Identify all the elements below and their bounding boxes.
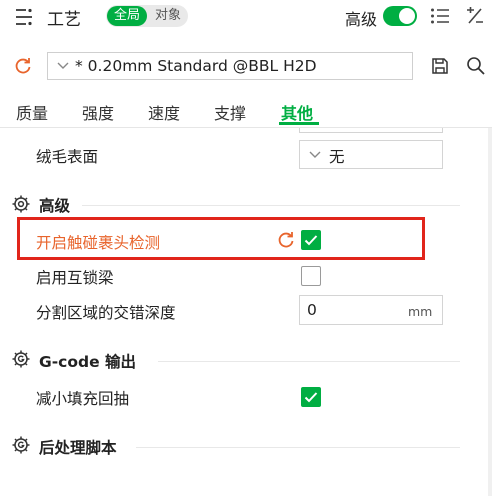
section-divider (136, 447, 460, 448)
reset-preset-icon[interactable] (14, 57, 32, 75)
advanced-toggle[interactable] (383, 6, 417, 26)
fuzzy-skin-label: 绒毛表面 (36, 148, 99, 166)
preset-select[interactable]: * 0.20mm Standard @BBL H2D (47, 52, 413, 80)
scope-global-option[interactable]: 全局 (107, 6, 147, 26)
list-icon[interactable] (430, 7, 450, 25)
fuzzy-skin-select[interactable]: 无 (299, 140, 443, 169)
check-icon (304, 392, 318, 403)
tab-speed[interactable]: 速度 (148, 100, 180, 124)
save-icon[interactable] (431, 57, 449, 75)
advanced-label: 高级 (345, 10, 378, 29)
interlocking-depth-label: 分割区域的交错深度 (36, 304, 176, 322)
preset-value: * 0.20mm Standard @BBL H2D (75, 57, 317, 75)
reduce-infill-retraction-label: 减小填充回抽 (36, 390, 130, 408)
check-icon (304, 235, 318, 246)
section-divider (158, 361, 460, 362)
compare-icon[interactable] (465, 6, 485, 26)
section-title-gcode: G-code 输出 (39, 353, 136, 371)
scope-switch[interactable]: 全局 对象 (106, 5, 188, 27)
reset-value-icon[interactable] (277, 231, 295, 249)
unit-label: mm (408, 304, 433, 319)
gear-icon (11, 194, 31, 214)
previous-field-edge (299, 128, 443, 133)
interlocking-depth-value: 0 (307, 301, 317, 319)
section-divider (82, 205, 460, 206)
panel-title: 工艺 (47, 10, 81, 30)
search-icon[interactable] (466, 56, 486, 76)
tab-quality[interactable]: 质量 (16, 100, 48, 124)
interlocking-beam-checkbox[interactable] (301, 266, 321, 286)
gcode-icon (11, 349, 31, 369)
overhang-detection-label: 开启触碰裹头检测 (36, 234, 161, 252)
process-icon (14, 8, 34, 26)
interlocking-depth-input[interactable]: 0 mm (299, 295, 443, 325)
overhang-detection-checkbox[interactable] (301, 230, 321, 250)
tab-strength[interactable]: 强度 (82, 100, 114, 124)
scope-object-option[interactable]: 对象 (150, 6, 186, 26)
section-title-advanced: 高级 (39, 197, 71, 215)
section-title-post-process: 后处理脚本 (39, 439, 117, 457)
chevron-down-icon (57, 62, 69, 70)
tab-others[interactable]: 其他 (281, 100, 313, 124)
interlocking-beam-label: 启用互锁梁 (36, 269, 114, 287)
chevron-down-icon (309, 151, 321, 159)
tab-support[interactable]: 支撑 (214, 100, 246, 124)
reduce-infill-retraction-checkbox[interactable] (301, 387, 321, 407)
fuzzy-skin-value: 无 (329, 148, 345, 166)
active-tab-indicator (279, 122, 319, 125)
scrollbar[interactable] (488, 128, 492, 496)
script-icon (11, 435, 31, 455)
